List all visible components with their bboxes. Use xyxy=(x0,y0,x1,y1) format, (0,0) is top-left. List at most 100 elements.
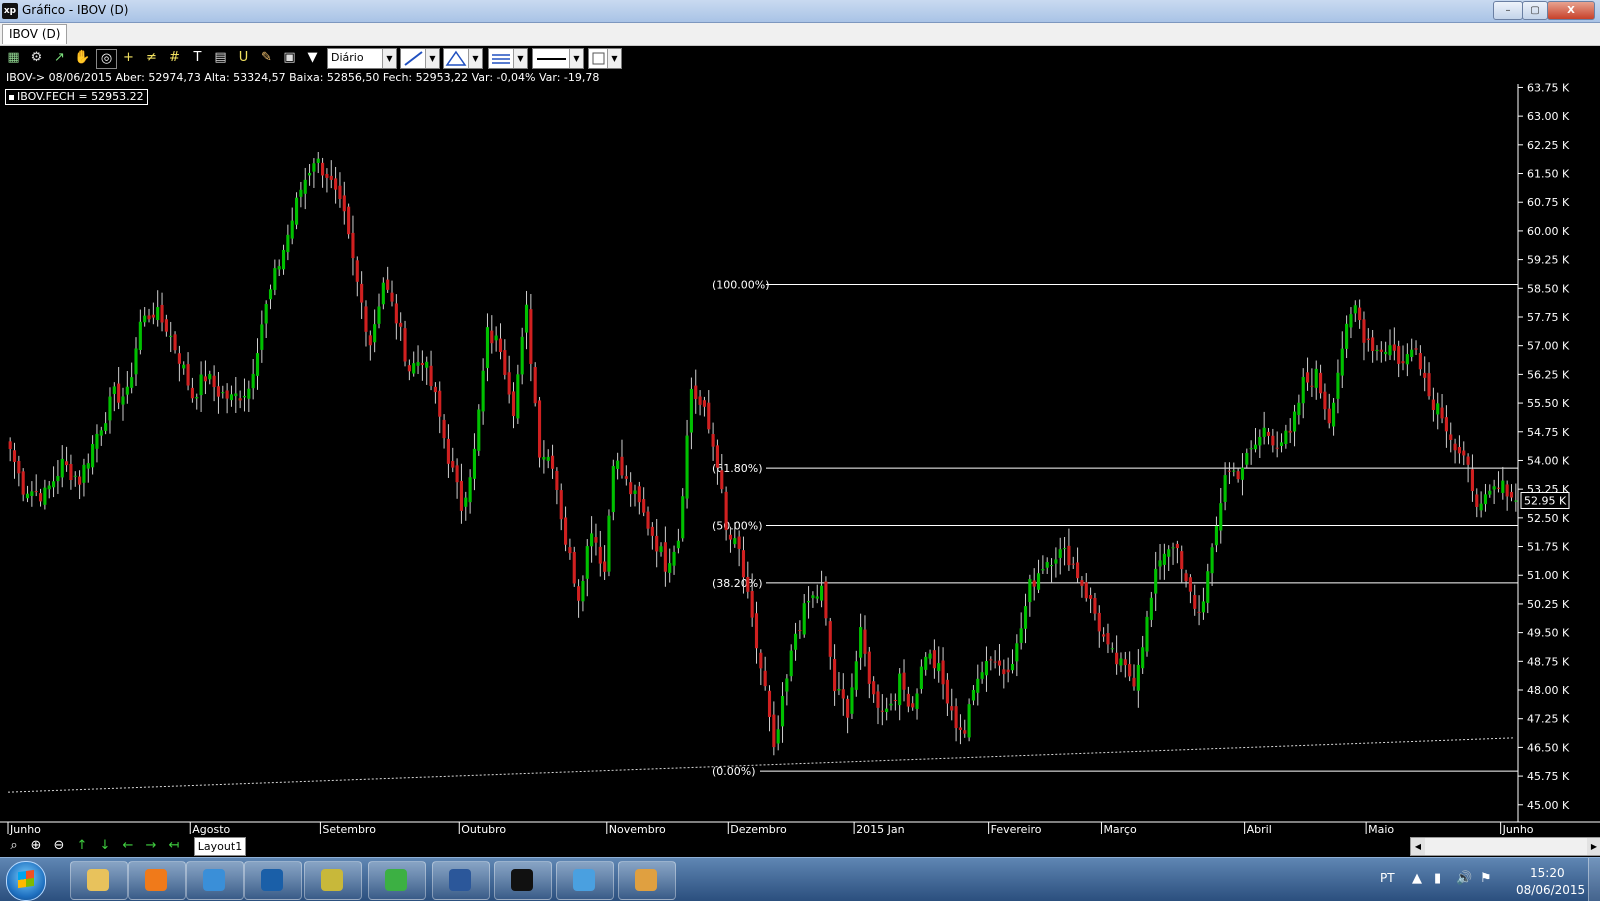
y-axis-tick-label: 45.75 K xyxy=(1527,770,1570,783)
candle-body xyxy=(1262,427,1266,437)
candle-body xyxy=(25,493,30,499)
candle-body xyxy=(663,542,667,572)
candle-body xyxy=(1128,664,1132,677)
taskbar-app-media-player[interactable] xyxy=(128,861,186,900)
x-axis-month-label: Fevereiro xyxy=(991,823,1042,835)
candle-body xyxy=(1041,569,1045,571)
x-axis-month-label: Agosto xyxy=(192,823,230,835)
language-indicator[interactable]: PT xyxy=(1380,871,1395,885)
x-axis-month-label: Setembro xyxy=(322,823,376,835)
candle-body xyxy=(51,481,56,488)
arrow-right-icon[interactable]: → xyxy=(141,837,161,854)
candle-body xyxy=(1332,402,1336,427)
candlestick-chart[interactable]: 45.00 K 45.75 K 46.50 K 47.25 K 48.00 K 48.75… xyxy=(0,0,1600,835)
action-center-icon[interactable]: ⚑ xyxy=(1480,871,1492,886)
taskbar-app-word[interactable] xyxy=(432,861,490,900)
y-axis-tick-label: 56.25 K xyxy=(1527,368,1570,381)
zoom-out-icon[interactable]: ⊖ xyxy=(49,837,69,854)
start-button[interactable] xyxy=(6,861,46,901)
candle-body xyxy=(164,319,168,332)
candle-body xyxy=(859,627,863,658)
candle-body xyxy=(425,361,429,368)
arrow-up-icon[interactable]: ↑ xyxy=(72,837,92,854)
candle-body xyxy=(472,448,477,479)
candle-body xyxy=(377,306,381,324)
candle-body xyxy=(403,328,407,362)
candle-body xyxy=(468,477,472,503)
candle-body xyxy=(872,681,876,695)
candle-body xyxy=(1288,430,1292,433)
candle-body xyxy=(919,666,923,689)
candle-body xyxy=(169,335,173,337)
candle-body xyxy=(620,456,624,476)
candle-body xyxy=(56,476,60,482)
zoom-in-icon[interactable]: ⊕ xyxy=(26,837,46,854)
candle-body xyxy=(1162,553,1166,565)
clock-date[interactable]: 08/06/2015 xyxy=(1516,883,1585,897)
candle-body xyxy=(967,704,971,738)
series-legend[interactable]: IBOV.FECH = 52953.22 xyxy=(5,89,148,105)
tab-layout1[interactable]: Layout1 xyxy=(194,837,246,856)
taskbar-app-paint[interactable] xyxy=(618,861,676,900)
candle-body xyxy=(1158,560,1162,567)
candle-body xyxy=(1210,547,1214,574)
candle-body xyxy=(776,729,780,744)
candle-body xyxy=(334,178,338,190)
candle-body xyxy=(1449,434,1453,440)
candle-body xyxy=(737,536,741,549)
candle-body xyxy=(1054,559,1058,564)
scroll-right-button[interactable]: ▶ xyxy=(1587,838,1600,855)
candle-body xyxy=(1418,352,1422,370)
scroll-left-button[interactable]: ◀ xyxy=(1411,838,1425,855)
taskbar-app-image-scanner[interactable] xyxy=(304,861,362,900)
candle-body xyxy=(281,249,286,270)
taskbar-app-hp[interactable] xyxy=(244,861,302,900)
taskbar-app-network[interactable] xyxy=(186,861,244,900)
tray-expand-icon[interactable]: ▲ xyxy=(1412,871,1422,886)
candle-body xyxy=(1115,652,1119,665)
candle-body xyxy=(629,482,633,495)
candle-body xyxy=(446,438,450,464)
candle-body xyxy=(1106,633,1110,645)
candle-body xyxy=(255,353,260,376)
candle-body xyxy=(1514,500,1518,502)
candle-body xyxy=(928,653,932,659)
paint-icon xyxy=(635,869,657,891)
y-axis-tick-label: 59.25 K xyxy=(1527,254,1570,267)
candle-body xyxy=(1275,447,1279,449)
candle-body xyxy=(498,338,503,353)
candle-body xyxy=(1297,402,1301,416)
candle-body xyxy=(637,486,641,503)
y-axis-tick-label: 45.00 K xyxy=(1527,799,1570,812)
candle-body xyxy=(412,363,416,374)
candle-body xyxy=(720,470,724,490)
taskbar-app-xp-app[interactable] xyxy=(494,861,552,900)
candle-body xyxy=(733,538,737,545)
candle-body xyxy=(529,309,533,364)
volume-icon[interactable]: 🔊 xyxy=(1456,871,1472,886)
horizontal-scrollbar[interactable]: ◀ ▶ xyxy=(1410,837,1600,856)
taskbar-app-chrome[interactable] xyxy=(368,861,426,900)
taskbar-app-photo-viewer[interactable] xyxy=(556,861,614,900)
candle-body xyxy=(1136,664,1140,691)
candle-body xyxy=(1006,669,1010,673)
taskbar-app-file-explorer[interactable] xyxy=(70,861,128,900)
clock-time[interactable]: 15:20 xyxy=(1530,866,1565,880)
arrow-left-icon[interactable]: ← xyxy=(118,837,138,854)
zoom-fit-icon[interactable]: ⌕ xyxy=(4,837,24,854)
candle-body xyxy=(937,663,941,672)
network-signal-icon[interactable]: ▮ xyxy=(1434,871,1441,886)
candle-body xyxy=(121,396,125,405)
candle-body xyxy=(741,550,746,578)
candle-body xyxy=(963,730,967,734)
candle-body xyxy=(702,400,706,407)
arrow-down-icon[interactable]: ↓ xyxy=(95,837,115,854)
candle-body xyxy=(1236,471,1240,480)
candle-body xyxy=(399,322,403,327)
candle-body xyxy=(1167,549,1171,557)
candle-body xyxy=(273,268,277,290)
show-desktop-button[interactable] xyxy=(1588,858,1600,901)
arrow-end-icon[interactable]: ↤ xyxy=(164,837,184,854)
candle-body xyxy=(438,390,442,417)
image-scanner-icon xyxy=(321,869,343,891)
